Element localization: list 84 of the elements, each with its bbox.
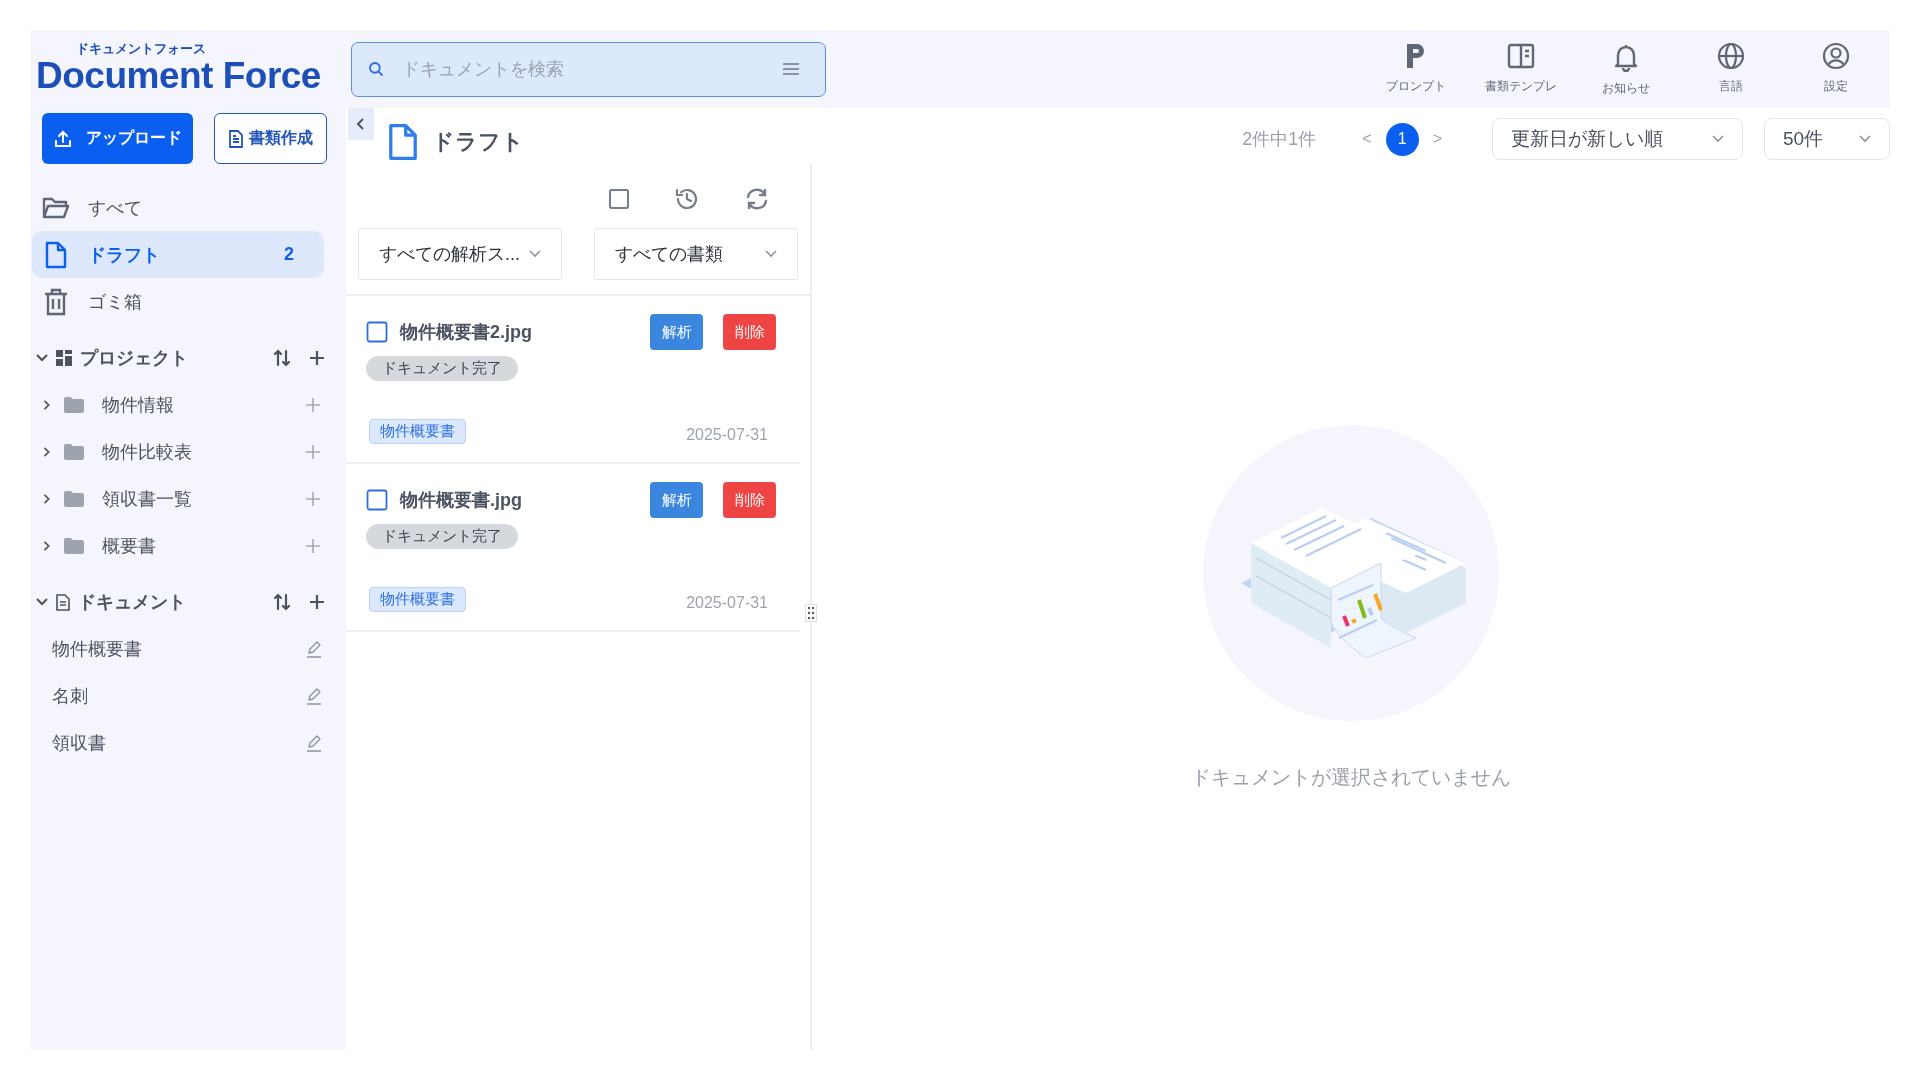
header-action-button[interactable]: 言語: [1678, 41, 1783, 97]
chevron-down-icon: [1712, 135, 1724, 143]
edit-icon[interactable]: [306, 686, 322, 705]
document-type-item[interactable]: 名刺: [52, 683, 88, 708]
menu-icon[interactable]: [782, 62, 800, 76]
grid-icon: [56, 350, 72, 366]
nav-item[interactable]: すべて: [32, 184, 324, 231]
document-date: 2025-07-31: [686, 594, 768, 612]
add-icon[interactable]: [309, 350, 325, 366]
add-icon[interactable]: [309, 594, 325, 610]
document-name[interactable]: 物件概要書2.jpg: [400, 320, 638, 344]
document-date: 2025-07-31: [686, 426, 768, 444]
document-type-item[interactable]: 物件概要書: [52, 636, 142, 661]
sort-icon[interactable]: [273, 349, 291, 367]
user-icon: [1821, 41, 1850, 70]
chevron-right-icon[interactable]: [42, 493, 52, 504]
analyze-button[interactable]: 解析: [650, 314, 703, 350]
chevron-down-icon: [1859, 135, 1871, 143]
book-icon: [1506, 41, 1535, 70]
status-badge: ドキュメント完了: [366, 355, 518, 381]
delete-button[interactable]: 削除: [723, 314, 776, 350]
filter-dropdown[interactable]: すべての書類: [594, 228, 798, 280]
filter-dropdown[interactable]: すべての解析ス...: [358, 228, 562, 280]
project-item[interactable]: 概要書: [102, 533, 156, 558]
chevron-down-icon[interactable]: [36, 596, 48, 608]
nav-item[interactable]: ドラフト 2: [32, 231, 324, 278]
chevron-left-icon: [356, 118, 366, 130]
header-action-button[interactable]: プロンプト: [1363, 41, 1468, 97]
logo-subtitle: ドキュメントフォース: [76, 42, 206, 56]
folder-icon: [64, 443, 84, 460]
resize-handle[interactable]: [805, 604, 817, 622]
project-item[interactable]: 物件比較表: [102, 439, 192, 464]
chevron-right-icon[interactable]: [42, 540, 52, 551]
folder-icon: [42, 195, 70, 220]
folder-icon: [64, 490, 84, 507]
folder-icon: [64, 396, 84, 413]
document-icon: [228, 129, 243, 148]
collapse-sidebar-button[interactable]: [348, 108, 374, 140]
upload-button[interactable]: アップロード: [42, 113, 193, 164]
edit-icon[interactable]: [306, 733, 322, 752]
delete-button[interactable]: 削除: [723, 482, 776, 518]
nav-item[interactable]: ゴミ箱: [32, 278, 324, 325]
chevron-down-icon: [529, 250, 541, 258]
globe-icon: [1716, 41, 1745, 70]
page-size-dropdown[interactable]: 50件: [1764, 118, 1890, 160]
section-title: プロジェクト: [80, 347, 188, 370]
document-type-tag: 物件概要書: [369, 587, 466, 612]
analyze-button[interactable]: 解析: [650, 482, 703, 518]
checkbox[interactable]: [366, 489, 388, 511]
search-field[interactable]: ドキュメントを検索: [351, 41, 826, 97]
trash-icon: [44, 287, 68, 316]
header-action-button[interactable]: 書類テンプレ: [1468, 41, 1573, 97]
page-number-button[interactable]: 1: [1385, 122, 1419, 156]
sort-icon[interactable]: [273, 593, 291, 611]
project-item[interactable]: 物件情報: [102, 392, 174, 417]
header-action-button[interactable]: お知らせ: [1573, 41, 1678, 97]
project-item[interactable]: 領収書一覧: [102, 486, 192, 511]
select-all-checkbox[interactable]: [608, 188, 630, 210]
empty-state-message: ドキュメントが選択されていません: [1191, 765, 1511, 790]
edit-icon[interactable]: [306, 639, 322, 658]
chevron-right-icon[interactable]: [42, 399, 52, 410]
status-badge: ドキュメント完了: [366, 523, 518, 549]
refresh-icon[interactable]: [744, 187, 770, 211]
history-icon[interactable]: [674, 186, 700, 212]
create-document-button[interactable]: 書類作成: [214, 113, 327, 164]
result-count: 2件中1件: [1242, 128, 1317, 151]
page-title: ドラフト: [432, 128, 524, 156]
file-icon: [388, 123, 418, 161]
chevron-down-icon[interactable]: [36, 352, 48, 364]
document-type-tag: 物件概要書: [369, 419, 466, 444]
document-name[interactable]: 物件概要書.jpg: [400, 488, 638, 512]
sort-dropdown[interactable]: 更新日が新しい順: [1492, 118, 1743, 160]
logo: Document Force: [36, 56, 321, 96]
chevron-right-icon[interactable]: [42, 446, 52, 457]
document-icon: [56, 593, 70, 611]
item-count: 2: [284, 244, 294, 265]
upload-icon: [53, 129, 72, 148]
checkbox[interactable]: [366, 321, 388, 343]
folder-icon: [64, 537, 84, 554]
section-title: ドキュメント: [78, 591, 186, 614]
document-type-item[interactable]: 領収書: [52, 730, 106, 755]
file-icon: [45, 240, 67, 269]
chevron-down-icon: [765, 250, 777, 258]
header-action-button[interactable]: 設定: [1783, 41, 1888, 97]
